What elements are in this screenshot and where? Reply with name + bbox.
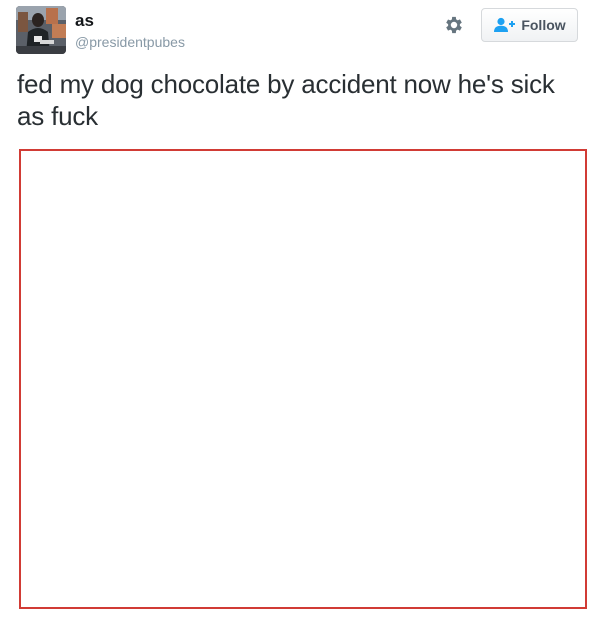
avatar[interactable]	[16, 6, 66, 54]
tweet-card: as @presidentpubes Follow fed my dog cho…	[0, 0, 606, 639]
media-frame[interactable]	[19, 149, 587, 609]
follow-button[interactable]: Follow	[481, 8, 578, 42]
add-user-icon	[494, 17, 516, 32]
tweet-header: as @presidentpubes Follow	[16, 6, 578, 56]
gear-icon[interactable]	[443, 14, 465, 36]
user-handle[interactable]: @presidentpubes	[75, 33, 185, 51]
follow-label: Follow	[521, 17, 566, 33]
avatar-photo	[16, 6, 66, 54]
tweet-text: fed my dog chocolate by accident now he'…	[17, 69, 555, 131]
user-names: as @presidentpubes	[75, 11, 185, 51]
display-name[interactable]: as	[75, 11, 185, 31]
